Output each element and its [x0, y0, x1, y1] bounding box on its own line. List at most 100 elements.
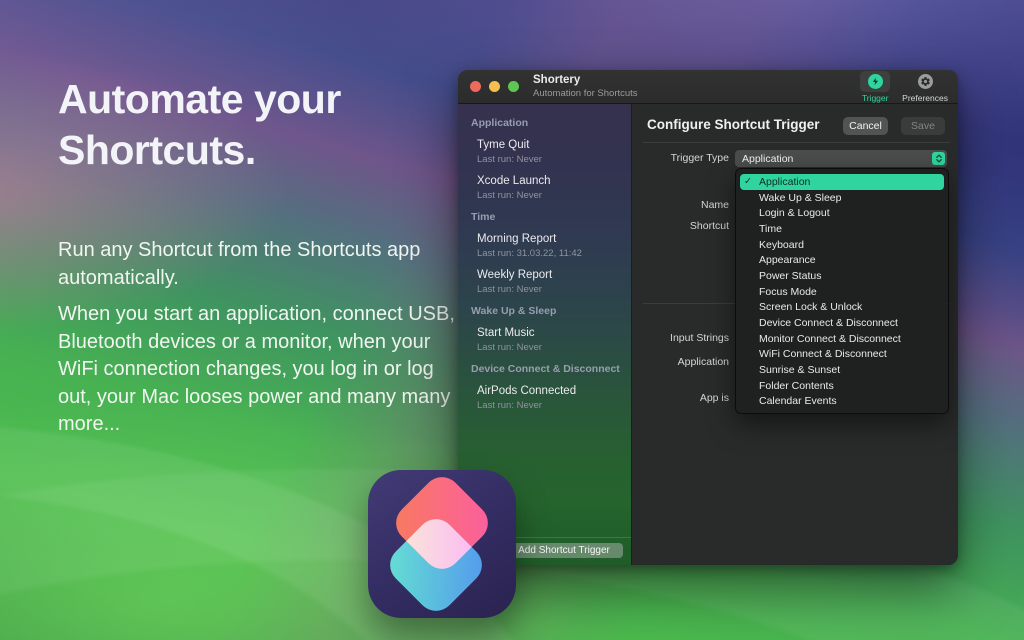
- add-shortcut-trigger-button[interactable]: Add Shortcut Trigger: [505, 543, 623, 558]
- sidebar-item-morning-report[interactable]: Morning Report Last run: 31.03.22, 11:42: [477, 232, 631, 259]
- sidebar-item-xcode-launch[interactable]: Xcode Launch Last run: Never: [477, 174, 631, 201]
- hero-copy: Automate your Shortcuts. Run any Shortcu…: [58, 74, 488, 439]
- tab-trigger-label: Trigger: [862, 93, 889, 103]
- menu-item-label: Time: [759, 223, 782, 235]
- sidebar-item-tyme-quit[interactable]: Tyme Quit Last run: Never: [477, 138, 631, 165]
- application-label: Application: [632, 355, 729, 369]
- sidebar-section-header: Device Connect & Disconnect: [471, 363, 631, 375]
- trigger-last-run: Last run: Never: [477, 400, 631, 411]
- tab-trigger[interactable]: Trigger: [860, 71, 890, 103]
- input-strings-label: Input Strings: [632, 331, 729, 345]
- toolbar: Trigger Preferences: [860, 71, 948, 103]
- menu-item-appearance[interactable]: Appearance: [736, 252, 948, 268]
- window-title: Shortery: [533, 75, 638, 87]
- titlebar: Shortery Automation for Shortcuts Trigge…: [458, 70, 958, 104]
- menu-item-screen-lock-unlock[interactable]: Screen Lock & Unlock: [736, 300, 948, 316]
- trigger-name: Weekly Report: [477, 268, 631, 282]
- page-title: Configure Shortcut Trigger: [647, 117, 820, 132]
- menu-item-label: Sunrise & Sunset: [759, 364, 840, 376]
- menu-item-time[interactable]: Time: [736, 221, 948, 237]
- hero-paragraph-2: When you start an application, connect U…: [58, 301, 458, 439]
- trigger-last-run: Last run: Never: [477, 284, 631, 295]
- menu-item-label: Device Connect & Disconnect: [759, 317, 898, 329]
- menu-item-login-logout[interactable]: Login & Logout: [736, 205, 948, 221]
- app-window: Shortery Automation for Shortcuts Trigge…: [458, 70, 958, 565]
- sidebar-section-header: Wake Up & Sleep: [471, 305, 631, 317]
- sidebar-item-weekly-report[interactable]: Weekly Report Last run: Never: [477, 268, 631, 295]
- trigger-type-select[interactable]: Application: [735, 150, 947, 167]
- menu-item-label: Power Status: [759, 270, 821, 282]
- tab-preferences-icon-bg: [910, 71, 940, 92]
- trigger-name: Start Music: [477, 326, 631, 340]
- sidebar-list: Application Tyme Quit Last run: Never Xc…: [458, 104, 631, 411]
- checkmark-icon: [744, 176, 759, 187]
- menu-item-label: Screen Lock & Unlock: [759, 301, 862, 313]
- menu-item-label: WiFi Connect & Disconnect: [759, 348, 887, 360]
- minimize-button[interactable]: [489, 81, 500, 92]
- trigger-last-run: Last run: Never: [477, 154, 631, 165]
- menu-item-label: Wake Up & Sleep: [759, 192, 841, 204]
- menu-item-label: Login & Logout: [759, 207, 830, 219]
- menu-item-label: Folder Contents: [759, 380, 834, 392]
- save-button[interactable]: Save: [901, 117, 945, 135]
- tab-trigger-icon-bg: [860, 71, 890, 92]
- menu-item-wake-up-sleep[interactable]: Wake Up & Sleep: [736, 190, 948, 206]
- menu-item-monitor-connect-disconnect[interactable]: Monitor Connect & Disconnect: [736, 331, 948, 347]
- menu-item-calendar-events[interactable]: Calendar Events: [736, 394, 948, 410]
- menu-item-label: Calendar Events: [759, 395, 837, 407]
- gear-icon: [918, 74, 933, 89]
- shortcuts-app-icon: [368, 470, 516, 618]
- menu-item-focus-mode[interactable]: Focus Mode: [736, 284, 948, 300]
- cancel-button[interactable]: Cancel: [843, 117, 888, 135]
- zoom-button[interactable]: [508, 81, 519, 92]
- trigger-type-value: Application: [742, 153, 932, 165]
- menu-item-sunrise-sunset[interactable]: Sunrise & Sunset: [736, 362, 948, 378]
- menu-item-label: Focus Mode: [759, 286, 817, 298]
- menu-item-label: Keyboard: [759, 239, 804, 251]
- tab-preferences-label: Preferences: [902, 93, 948, 103]
- name-label: Name: [632, 198, 729, 212]
- sidebar-item-airpods-connected[interactable]: AirPods Connected Last run: Never: [477, 384, 631, 411]
- menu-item-label: Monitor Connect & Disconnect: [759, 333, 901, 345]
- trigger-name: Tyme Quit: [477, 138, 631, 152]
- trigger-name: Morning Report: [477, 232, 631, 246]
- menu-item-label: Application: [759, 176, 810, 188]
- sidebar-item-start-music[interactable]: Start Music Last run: Never: [477, 326, 631, 353]
- menu-item-wifi-connect-disconnect[interactable]: WiFi Connect & Disconnect: [736, 347, 948, 363]
- app-is-label: App is: [632, 391, 729, 405]
- hero-title-line2: Shortcuts.: [58, 125, 488, 176]
- menu-item-label: Appearance: [759, 254, 816, 266]
- trigger-last-run: Last run: Never: [477, 342, 631, 353]
- traffic-lights: [470, 81, 519, 92]
- window-title-block: Shortery Automation for Shortcuts: [533, 75, 638, 98]
- trigger-name: Xcode Launch: [477, 174, 631, 188]
- menu-item-device-connect-disconnect[interactable]: Device Connect & Disconnect: [736, 315, 948, 331]
- header-divider: [643, 142, 950, 143]
- close-button[interactable]: [470, 81, 481, 92]
- menu-item-application[interactable]: Application: [740, 174, 944, 190]
- hero-title-line1: Automate your: [58, 74, 488, 125]
- bolt-icon: [868, 74, 883, 89]
- menu-item-keyboard[interactable]: Keyboard: [736, 237, 948, 253]
- shortcut-label: Shortcut: [632, 219, 729, 233]
- sidebar-section-header: Time: [471, 211, 631, 223]
- hero-paragraph-1: Run any Shortcut from the Shortcuts app …: [58, 237, 458, 292]
- trigger-last-run: Last run: Never: [477, 190, 631, 201]
- marketing-page: Automate your Shortcuts. Run any Shortcu…: [0, 0, 1024, 640]
- sidebar-section-time: Time Morning Report Last run: 31.03.22, …: [458, 211, 631, 295]
- trigger-last-run: Last run: 31.03.22, 11:42: [477, 248, 631, 259]
- trigger-type-label: Trigger Type: [632, 151, 729, 165]
- tab-preferences[interactable]: Preferences: [902, 71, 948, 103]
- menu-item-folder-contents[interactable]: Folder Contents: [736, 378, 948, 394]
- sidebar-section-application: Application Tyme Quit Last run: Never Xc…: [458, 117, 631, 201]
- sidebar-section-wake-up-sleep: Wake Up & Sleep Start Music Last run: Ne…: [458, 305, 631, 353]
- window-subtitle: Automation for Shortcuts: [533, 89, 638, 99]
- main-panel: Configure Shortcut Trigger Cancel Save T…: [632, 104, 958, 565]
- window-body: Application Tyme Quit Last run: Never Xc…: [458, 104, 958, 565]
- trigger-type-menu: Application Wake Up & Sleep Login & Logo…: [735, 168, 949, 414]
- menu-item-power-status[interactable]: Power Status: [736, 268, 948, 284]
- sidebar-section-header: Application: [471, 117, 631, 129]
- hero-title: Automate your Shortcuts.: [58, 74, 488, 176]
- trigger-name: AirPods Connected: [477, 384, 631, 398]
- up-down-chevrons-icon: [932, 152, 945, 165]
